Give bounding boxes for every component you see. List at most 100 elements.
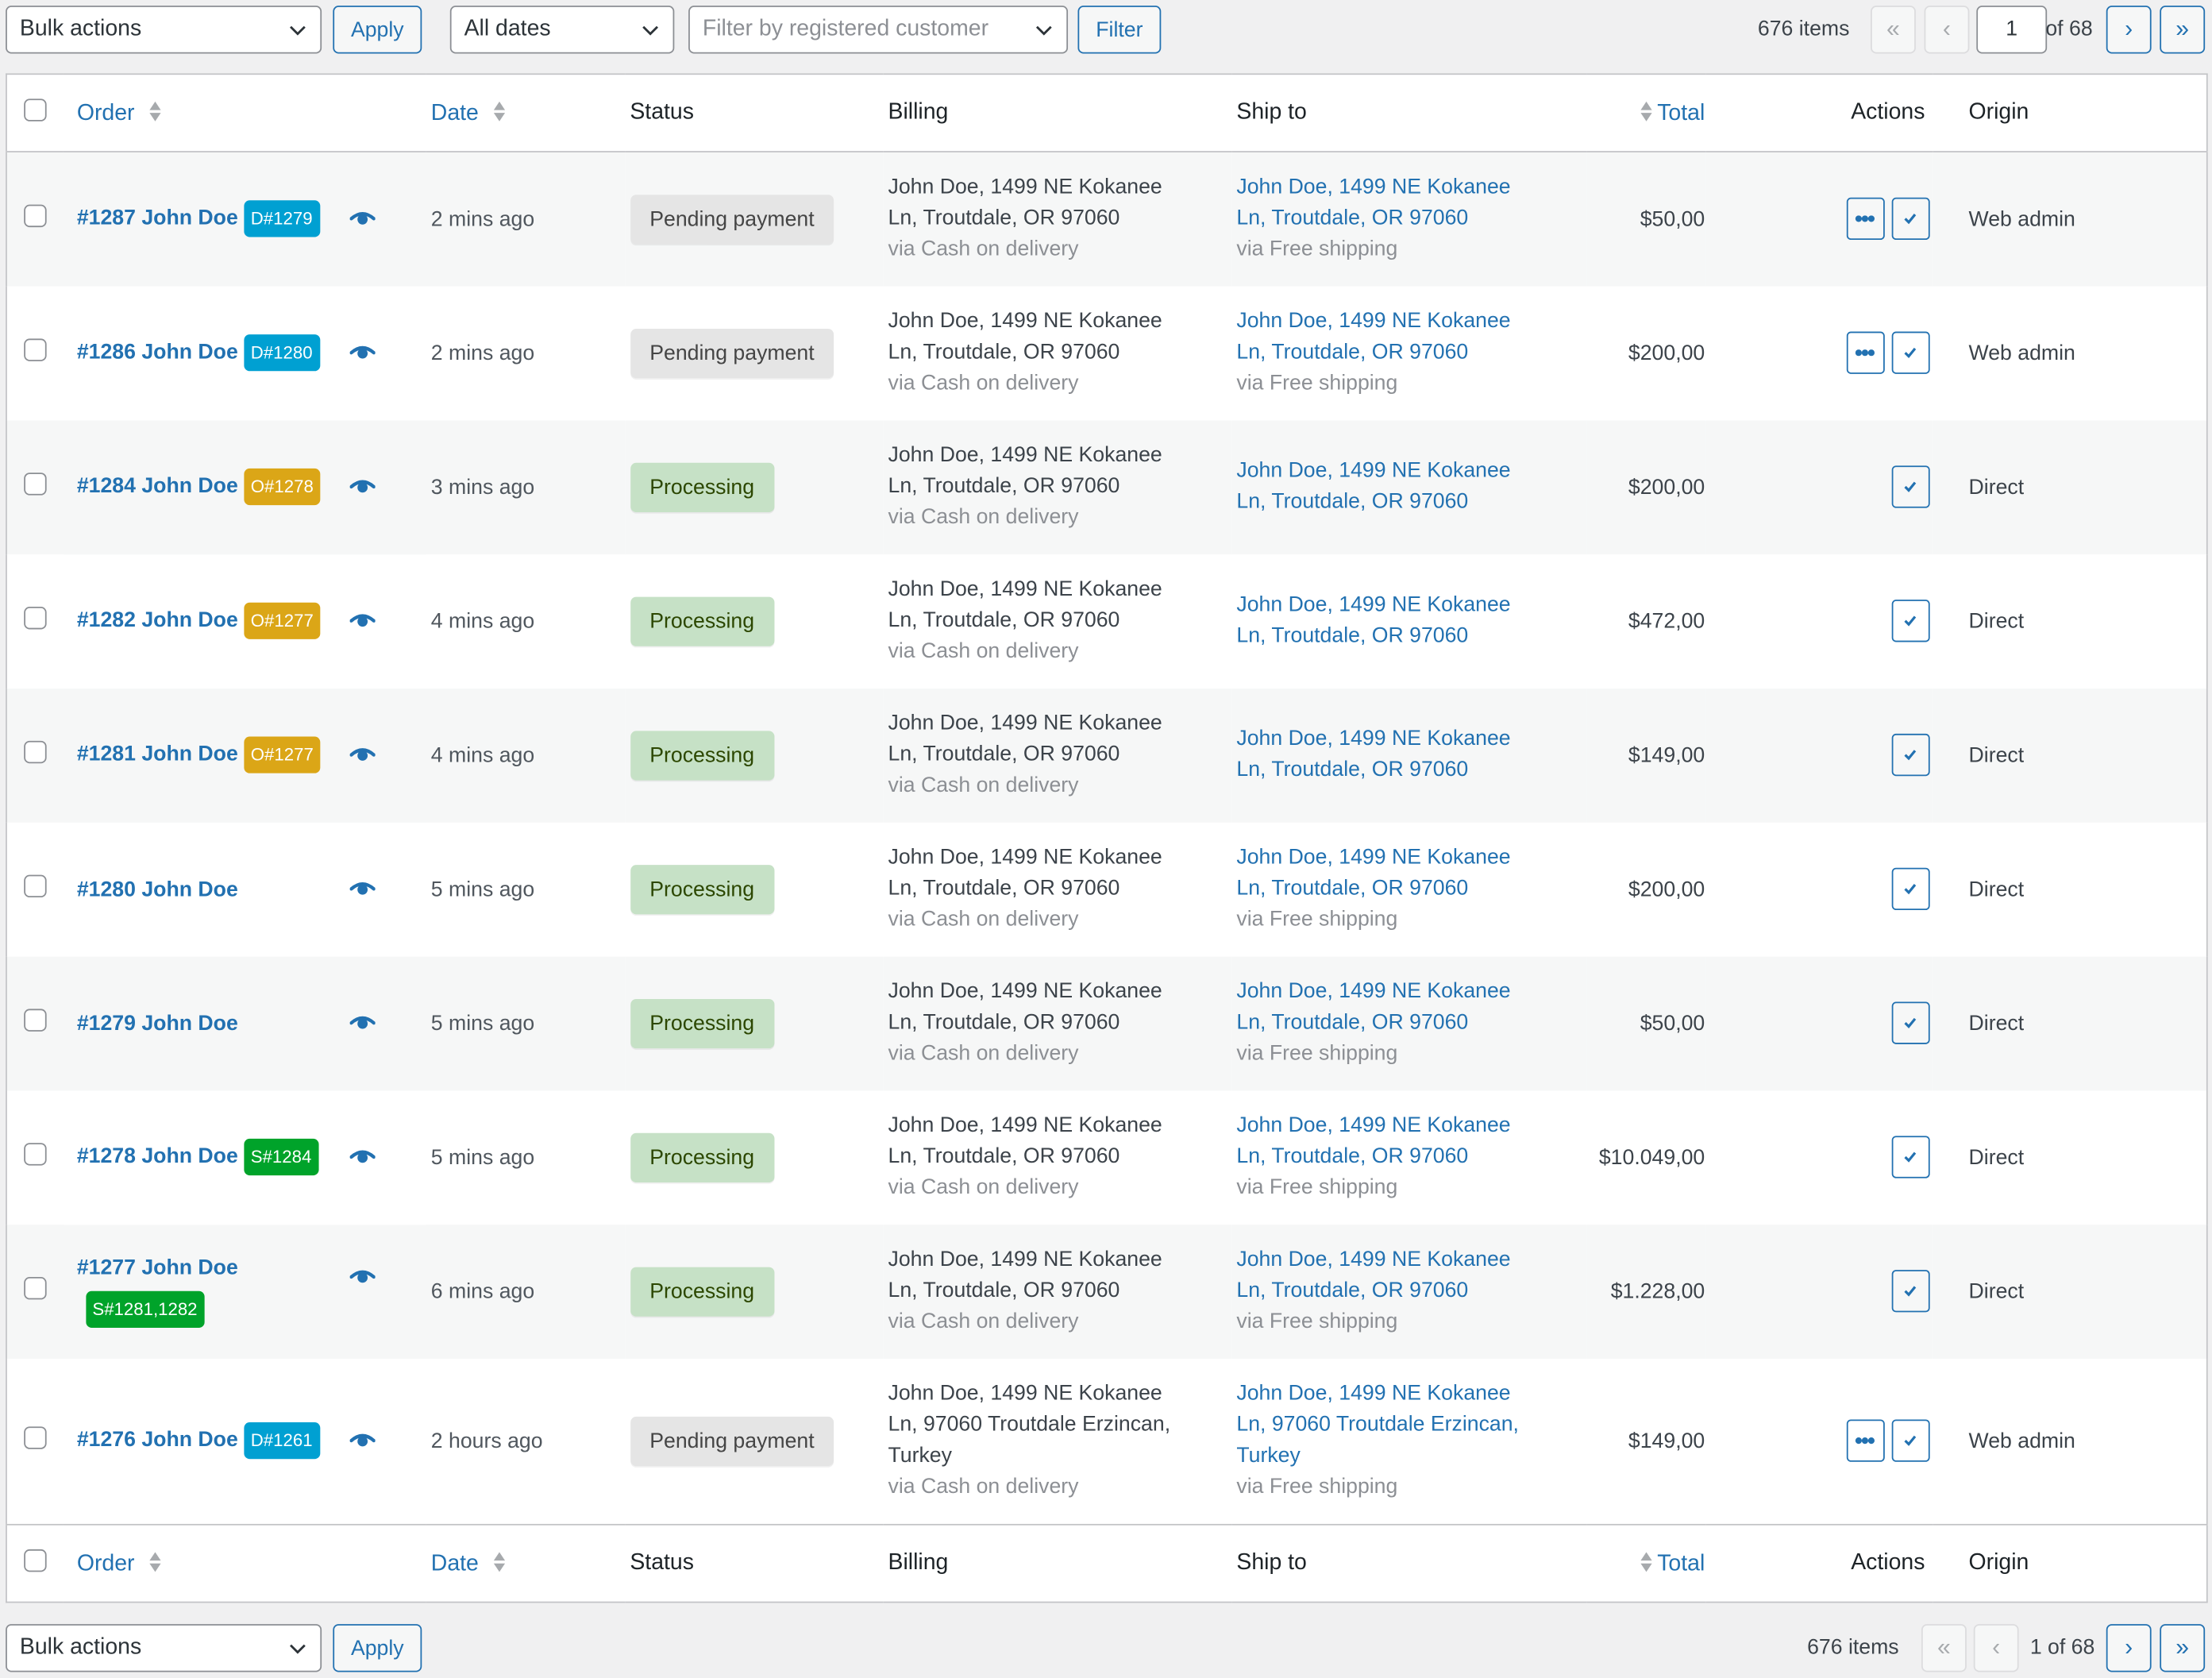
- order-link[interactable]: #1284 John Doe: [77, 474, 238, 498]
- complete-order-button[interactable]: [1890, 600, 1929, 642]
- complete-order-button[interactable]: [1890, 331, 1929, 374]
- preview-eye-icon[interactable]: [349, 1013, 376, 1030]
- select-all-checkbox-footer[interactable]: [23, 1549, 47, 1572]
- shipping-line[interactable]: John Doe, 1499 NE Kokanee: [1236, 723, 1586, 754]
- related-order-badge[interactable]: O#1277: [243, 602, 321, 639]
- last-page-button[interactable]: »: [2160, 6, 2206, 54]
- order-link[interactable]: #1282 John Doe: [77, 608, 238, 632]
- row-checkbox[interactable]: [23, 473, 47, 496]
- date-column-footer[interactable]: Date: [431, 1552, 479, 1576]
- last-page-button-bottom[interactable]: »: [2160, 1624, 2206, 1672]
- related-order-badge[interactable]: O#1278: [243, 468, 321, 506]
- row-checkbox[interactable]: [23, 874, 47, 898]
- actions-column-header: Actions: [1851, 100, 1925, 125]
- preview-eye-icon[interactable]: [349, 879, 376, 896]
- first-page-button-bottom[interactable]: «: [1921, 1624, 1967, 1672]
- shipping-line[interactable]: John Doe, 1499 NE Kokanee: [1236, 977, 1586, 1008]
- related-order-badge[interactable]: D#1279: [243, 200, 320, 237]
- complete-order-button[interactable]: [1890, 1419, 1929, 1463]
- preview-eye-icon[interactable]: [349, 1148, 376, 1164]
- complete-order-button[interactable]: [1890, 1136, 1929, 1178]
- order-link[interactable]: #1280 John Doe: [77, 877, 238, 901]
- shipping-line[interactable]: Ln, Troutdale, OR 97060: [1236, 621, 1586, 652]
- shipping-line[interactable]: Ln, 97060 Troutdale Erzincan,: [1236, 1410, 1586, 1441]
- current-page-input[interactable]: 1: [1976, 6, 2048, 54]
- customer-filter-select[interactable]: Filter by registered customer: [688, 6, 1069, 54]
- related-order-badge[interactable]: D#1280: [243, 334, 320, 372]
- related-order-badge[interactable]: S#1284: [243, 1138, 319, 1176]
- shipping-line[interactable]: Ln, Troutdale, OR 97060: [1236, 487, 1586, 518]
- order-link[interactable]: #1281 John Doe: [77, 743, 238, 766]
- order-link[interactable]: #1279 John Doe: [77, 1011, 238, 1035]
- complete-order-button[interactable]: [1890, 465, 1929, 508]
- order-link[interactable]: #1287 John Doe: [77, 206, 238, 230]
- shipping-line[interactable]: Ln, Troutdale, OR 97060: [1236, 203, 1586, 234]
- complete-order-button[interactable]: [1890, 1001, 1929, 1044]
- filter-button[interactable]: Filter: [1077, 6, 1162, 54]
- shipping-line[interactable]: John Doe, 1499 NE Kokanee: [1236, 590, 1586, 621]
- prev-page-button-bottom[interactable]: ‹: [1973, 1624, 2019, 1672]
- next-page-button[interactable]: ›: [2106, 6, 2152, 54]
- related-order-badge[interactable]: O#1277: [243, 736, 321, 773]
- bulk-actions-select-bottom[interactable]: Bulk actions: [6, 1624, 322, 1672]
- complete-order-button[interactable]: [1890, 867, 1929, 911]
- preview-eye-icon[interactable]: [349, 1431, 376, 1448]
- more-actions-button[interactable]: [1845, 198, 1884, 241]
- shipping-line[interactable]: Ln, Troutdale, OR 97060: [1236, 338, 1586, 368]
- row-checkbox[interactable]: [23, 205, 47, 228]
- complete-order-button[interactable]: [1890, 733, 1929, 777]
- shipping-line[interactable]: Ln, Troutdale, OR 97060: [1236, 874, 1586, 905]
- preview-eye-icon[interactable]: [349, 343, 376, 360]
- row-checkbox[interactable]: [23, 607, 47, 630]
- shipping-line[interactable]: John Doe, 1499 NE Kokanee: [1236, 172, 1586, 203]
- order-column-footer[interactable]: Order: [77, 1552, 135, 1576]
- preview-eye-icon[interactable]: [349, 611, 376, 627]
- billing-line: John Doe, 1499 NE Kokanee: [888, 442, 1162, 468]
- more-actions-button[interactable]: [1845, 1419, 1884, 1463]
- shipping-line[interactable]: Ln, Troutdale, OR 97060: [1236, 1275, 1586, 1306]
- row-checkbox[interactable]: [23, 1277, 47, 1300]
- preview-eye-icon[interactable]: [349, 209, 376, 226]
- date-filter-select[interactable]: All dates: [449, 6, 675, 54]
- complete-order-button[interactable]: [1890, 1270, 1929, 1313]
- order-link[interactable]: #1276 John Doe: [77, 1429, 238, 1452]
- next-page-button-bottom[interactable]: ›: [2106, 1624, 2152, 1672]
- status-badge: Pending payment: [630, 328, 834, 378]
- order-link[interactable]: #1286 John Doe: [77, 340, 238, 364]
- order-column-header[interactable]: Order: [77, 101, 135, 125]
- related-order-badge[interactable]: D#1261: [243, 1422, 320, 1460]
- more-actions-button[interactable]: [1845, 331, 1884, 374]
- shipping-line[interactable]: John Doe, 1499 NE Kokanee: [1236, 307, 1586, 338]
- apply-button-bottom[interactable]: Apply: [333, 1624, 422, 1672]
- preview-eye-icon[interactable]: [349, 1267, 376, 1283]
- date-column-header[interactable]: Date: [431, 101, 479, 125]
- status-badge: Processing: [630, 596, 774, 646]
- shipping-line[interactable]: Ln, Troutdale, OR 97060: [1236, 1008, 1586, 1039]
- apply-button[interactable]: Apply: [333, 6, 422, 54]
- shipping-line[interactable]: John Doe, 1499 NE Kokanee: [1236, 843, 1586, 874]
- row-checkbox[interactable]: [23, 1426, 47, 1450]
- prev-page-button[interactable]: ‹: [1924, 6, 1970, 54]
- total-column-footer[interactable]: Total: [1657, 1552, 1705, 1576]
- bulk-actions-select[interactable]: Bulk actions: [6, 6, 322, 54]
- shipping-line[interactable]: John Doe, 1499 NE Kokanee: [1236, 1244, 1586, 1275]
- preview-eye-icon[interactable]: [349, 477, 376, 494]
- shipping-line[interactable]: John Doe, 1499 NE Kokanee: [1236, 1379, 1586, 1410]
- total-column-header[interactable]: Total: [1657, 101, 1705, 125]
- shipping-line[interactable]: Ln, Troutdale, OR 97060: [1236, 1141, 1586, 1172]
- related-order-badge[interactable]: S#1281,1282: [85, 1290, 205, 1328]
- row-checkbox[interactable]: [23, 1009, 47, 1032]
- select-all-checkbox[interactable]: [23, 98, 47, 121]
- shipping-line[interactable]: John Doe, 1499 NE Kokanee: [1236, 456, 1586, 487]
- complete-order-button[interactable]: [1890, 198, 1929, 241]
- first-page-button[interactable]: «: [1871, 6, 1916, 54]
- preview-eye-icon[interactable]: [349, 745, 376, 762]
- row-checkbox[interactable]: [23, 740, 47, 764]
- row-checkbox[interactable]: [23, 1143, 47, 1166]
- order-link[interactable]: #1278 John Doe: [77, 1144, 238, 1168]
- shipping-line[interactable]: Turkey: [1236, 1441, 1586, 1472]
- order-link[interactable]: #1277 John Doe: [77, 1255, 238, 1279]
- shipping-line[interactable]: John Doe, 1499 NE Kokanee: [1236, 1110, 1586, 1141]
- row-checkbox[interactable]: [23, 338, 47, 361]
- shipping-line[interactable]: Ln, Troutdale, OR 97060: [1236, 755, 1586, 786]
